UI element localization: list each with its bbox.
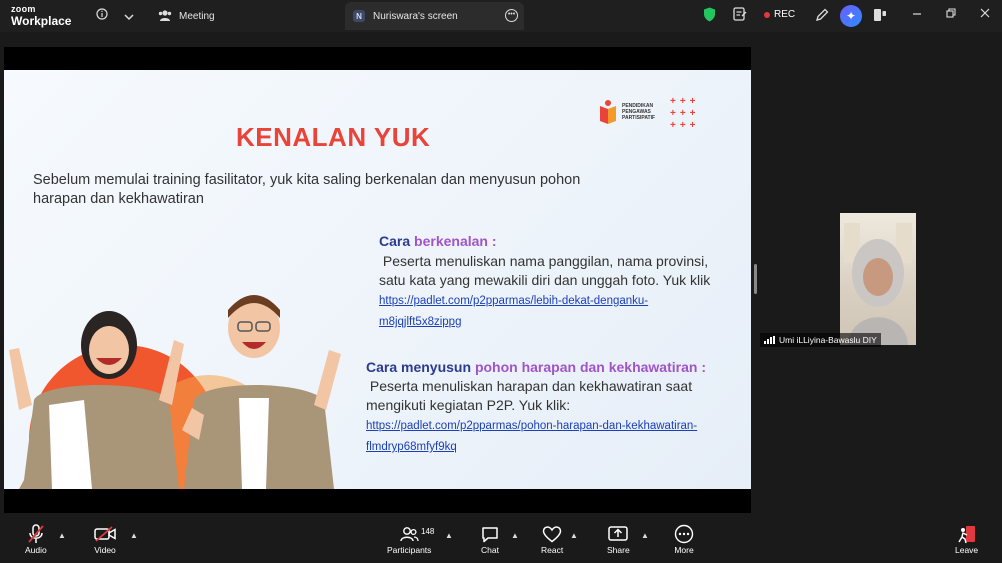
section2-padlet-link[interactable]: https://padlet.com/p2pparmas/pohon-harap… — [366, 420, 697, 453]
participant-video-tile[interactable] — [840, 213, 916, 345]
apps-panel-icon[interactable] — [873, 8, 887, 25]
tab-shared-screen[interactable]: N Nuriswara's screen ••• — [345, 2, 524, 30]
participants-icon — [399, 523, 419, 545]
share-button[interactable]: Share — [607, 523, 630, 555]
cheering-characters-illustration — [9, 295, 341, 489]
info-icon[interactable] — [96, 8, 108, 23]
section2-heading: Cara menyusun pohon harapan dan kekhawat… — [366, 359, 706, 375]
participants-options-caret-icon[interactable]: ▲ — [445, 531, 453, 540]
presentation-slide: PENDIDIKAN PENGAWAS PARTISIPATIF +++ +++ +… — [4, 70, 751, 489]
section1-body: Peserta menuliskan nama panggilan, nama … — [379, 252, 729, 332]
section1-heading: Cara berkenalan : — [379, 233, 497, 249]
chat-icon — [481, 523, 499, 545]
heart-react-icon — [542, 523, 562, 545]
close-icon[interactable] — [980, 8, 990, 21]
tab-shared-screen-label: Nuriswara's screen — [373, 10, 458, 22]
audio-label: Audio — [25, 545, 47, 555]
participants-group-icon — [158, 9, 172, 24]
logo-zoom-text: zoom — [11, 4, 36, 14]
restore-icon[interactable] — [946, 8, 956, 21]
chat-button[interactable]: Chat — [481, 523, 499, 555]
mic-muted-icon — [27, 523, 45, 545]
leave-label: Leave — [955, 545, 979, 555]
top-bar: zoom Workplace Meeting N Nuriswara's scr… — [0, 0, 1002, 32]
audio-options-caret-icon[interactable]: ▲ — [58, 531, 66, 540]
p2p-book-icon — [600, 100, 616, 124]
participants-label: Participants — [387, 545, 432, 555]
share-screen-icon — [608, 523, 629, 545]
react-button[interactable]: React — [541, 523, 563, 555]
more-options-icon[interactable]: ••• — [505, 9, 518, 22]
participant-video-image — [844, 223, 912, 345]
more-dots-icon — [674, 523, 694, 545]
more-label: More — [674, 545, 694, 555]
annotate-pen-icon[interactable] — [815, 8, 829, 25]
tab-meeting-label: Meeting — [179, 10, 215, 22]
chat-options-caret-icon[interactable]: ▲ — [511, 531, 519, 540]
video-off-icon — [94, 523, 116, 545]
chevron-down-icon[interactable] — [124, 9, 134, 24]
tab-meeting[interactable]: Meeting — [158, 6, 215, 26]
video-options-caret-icon[interactable]: ▲ — [130, 531, 138, 540]
audio-button[interactable]: Audio — [25, 523, 47, 555]
participant-name: Umi iLLiyina-Bawaslu DIY — [779, 335, 877, 345]
recording-indicator[interactable]: REC — [764, 9, 795, 20]
notes-icon[interactable] — [733, 7, 747, 25]
resize-drag-handle[interactable] — [754, 264, 757, 294]
rec-label: REC — [774, 9, 796, 20]
shield-icon[interactable] — [703, 7, 716, 25]
ai-companion-icon[interactable]: ✦ — [840, 5, 862, 27]
signal-strength-icon — [764, 336, 775, 344]
record-dot-icon — [764, 11, 770, 18]
participants-count: 148 — [421, 527, 435, 536]
section1-text: Peserta menuliskan nama panggilan, nama … — [379, 253, 711, 288]
p2p-logo: PENDIDIKAN PENGAWAS PARTISIPATIF — [598, 98, 655, 126]
share-options-caret-icon[interactable]: ▲ — [641, 531, 649, 540]
slide-intro-text: Sebelum memulai training fasilitator, yu… — [33, 172, 581, 207]
react-label: React — [541, 545, 564, 555]
more-button[interactable]: More — [674, 523, 694, 555]
leave-button[interactable]: Leave — [955, 523, 978, 555]
participant-name-label: Umi iLLiyina-Bawaslu DIY — [760, 333, 881, 347]
video-button[interactable]: Video — [94, 523, 116, 555]
screen-tab-initial-badge: N — [353, 10, 365, 22]
chat-label: Chat — [481, 545, 499, 555]
decorative-crosses: +++ +++ +++ — [670, 96, 700, 131]
slide-title: KENALAN YUK — [236, 122, 431, 152]
minimize-icon[interactable] — [912, 8, 922, 21]
react-options-caret-icon[interactable]: ▲ — [570, 531, 578, 540]
section1-padlet-link[interactable]: https://padlet.com/p2pparmas/lebih-dekat… — [379, 295, 648, 328]
video-label: Video — [94, 545, 116, 555]
zoom-workplace-logo: zoom Workplace — [11, 4, 72, 28]
logo-workplace-text: Workplace — [11, 14, 72, 28]
section2-body: Peserta menuliskan harapan dan kekhawati… — [366, 377, 726, 457]
logo-text-line-3: PARTISIPATIF — [622, 115, 656, 121]
section2-text: Peserta menuliskan harapan dan kekhawati… — [366, 378, 693, 413]
leave-door-icon — [957, 523, 977, 545]
meeting-toolbar: Audio ▲ Video ▲ Participants 148 ▲ Chat … — [0, 519, 1002, 563]
share-label: Share — [607, 545, 630, 555]
